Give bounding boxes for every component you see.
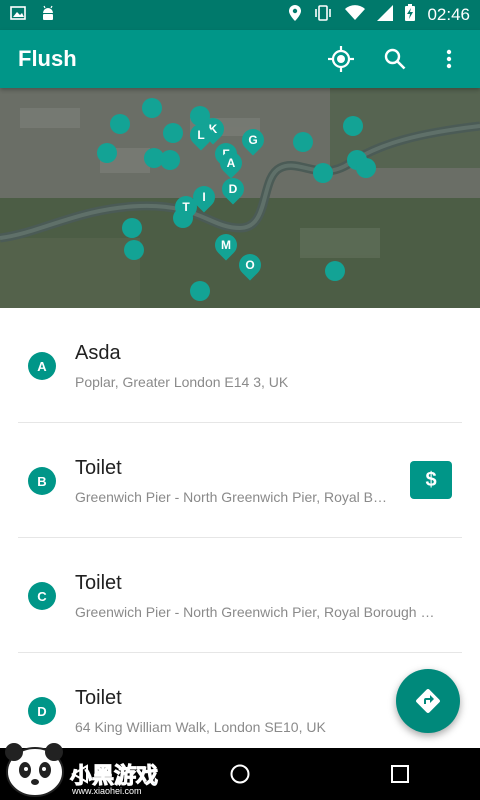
- home-icon: [230, 764, 250, 784]
- list-item-address: Greenwich Pier - North Greenwich Pier, R…: [75, 604, 435, 620]
- list-item-title: Asda: [75, 342, 121, 364]
- dollar-icon: $: [425, 468, 437, 491]
- watermark: 小黑游戏 www.xiaohei.com: [0, 730, 200, 800]
- watermark-url: www.xiaohei.com: [72, 786, 142, 796]
- directions-button[interactable]: [396, 669, 460, 733]
- location-status-icon: [289, 4, 302, 26]
- directions-icon: [416, 689, 440, 713]
- map-marker-g[interactable]: G: [237, 124, 269, 156]
- android-notification-icon: [40, 5, 56, 26]
- image-notification-icon: [10, 5, 26, 25]
- list-item-title: Toilet: [75, 572, 122, 594]
- home-button[interactable]: [210, 748, 270, 800]
- map-marker[interactable]: [356, 158, 376, 178]
- list-item-badge: D: [28, 697, 56, 725]
- map-marker[interactable]: [190, 281, 210, 301]
- recents-button[interactable]: [370, 748, 430, 800]
- status-bar: 02:46: [0, 0, 480, 30]
- map-marker[interactable]: [110, 114, 130, 134]
- app-bar: Flush: [0, 30, 480, 88]
- app-title: Flush: [18, 46, 77, 71]
- list-item[interactable]: A Asda Poplar, Greater London E14 3, UK: [18, 308, 462, 423]
- map-view[interactable]: K L G F A D T I M O: [0, 88, 480, 308]
- list-item-badge: C: [28, 582, 56, 610]
- list-item-badge: B: [28, 467, 56, 495]
- my-location-button[interactable]: [322, 40, 360, 78]
- map-marker[interactable]: [163, 123, 183, 143]
- list-item-address: Poplar, Greater London E14 3, UK: [75, 374, 289, 390]
- map-marker[interactable]: [293, 132, 313, 152]
- map-marker[interactable]: [160, 150, 180, 170]
- map-marker[interactable]: [124, 240, 144, 260]
- recents-icon: [391, 765, 409, 783]
- map-marker-d[interactable]: D: [217, 173, 249, 205]
- map-marker[interactable]: [325, 261, 345, 281]
- more-vert-icon: [446, 49, 452, 69]
- paid-toilet-badge[interactable]: $: [410, 461, 452, 499]
- vibrate-status-icon: [313, 4, 333, 26]
- my-location-icon: [328, 46, 354, 72]
- list-item-badge: A: [28, 352, 56, 380]
- list-item[interactable]: B Toilet Greenwich Pier - North Greenwic…: [18, 423, 462, 538]
- map-marker-i[interactable]: I: [188, 181, 220, 213]
- map-marker-m[interactable]: M: [210, 229, 242, 261]
- overflow-menu-button[interactable]: [430, 40, 468, 78]
- list-item-title: Toilet: [75, 687, 122, 709]
- map-marker[interactable]: [122, 218, 142, 238]
- map-marker[interactable]: [313, 163, 333, 183]
- list-item-title: Toilet: [75, 457, 122, 479]
- battery-status-icon: [405, 4, 416, 26]
- map-marker-a[interactable]: A: [215, 147, 247, 179]
- map-marker[interactable]: [343, 116, 363, 136]
- map-marker[interactable]: [97, 143, 117, 163]
- search-button[interactable]: [376, 40, 414, 78]
- signal-status-icon: [377, 4, 394, 26]
- wifi-status-icon: [345, 4, 366, 26]
- clock-text: 02:46: [427, 5, 470, 24]
- map-marker-o[interactable]: O: [234, 249, 266, 281]
- map-marker-l[interactable]: L: [185, 119, 217, 151]
- list-item[interactable]: C Toilet Greenwich Pier - North Greenwic…: [18, 538, 462, 653]
- list-item-address: Greenwich Pier - North Greenwich Pier, R…: [75, 489, 391, 505]
- panda-logo-icon: [5, 743, 64, 797]
- map-marker[interactable]: [142, 98, 162, 118]
- search-icon: [384, 48, 406, 70]
